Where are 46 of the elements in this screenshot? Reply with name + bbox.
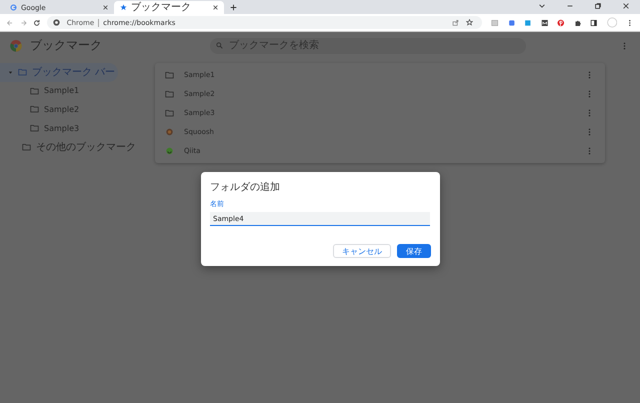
star-icon (120, 4, 127, 11)
folder-icon (30, 86, 39, 95)
folder-tree-item[interactable]: Sample2 (0, 100, 150, 119)
new-tab-icon[interactable] (230, 4, 237, 11)
close-icon[interactable] (103, 5, 108, 10)
folder-icon (30, 105, 39, 114)
browser-tab[interactable]: ブックマーク (114, 1, 224, 14)
chevron-down-icon[interactable] (538, 2, 546, 10)
folder-tree-item[interactable]: その他のブックマーク (0, 137, 150, 156)
share-icon[interactable] (452, 19, 460, 26)
search-icon (216, 42, 223, 49)
folder-icon (30, 124, 39, 132)
puzzle-icon[interactable] (574, 18, 582, 26)
more-options-icon[interactable] (588, 128, 591, 136)
folder-tree-item[interactable]: ブックマーク バー (0, 63, 118, 82)
tab-title: ブックマーク (131, 1, 192, 14)
site-favicon-icon (165, 128, 174, 136)
side-panel-icon[interactable] (590, 18, 598, 26)
chrome-logo-icon (10, 40, 22, 52)
more-options-icon[interactable] (588, 90, 591, 98)
more-options-icon[interactable] (588, 108, 591, 117)
folder-icon (22, 142, 31, 151)
dialog-title: フォルダの追加 (210, 180, 281, 194)
cancel-button[interactable]: キャンセル (333, 244, 391, 258)
folder-icon (165, 90, 174, 98)
restore-icon[interactable] (594, 2, 602, 10)
extension-icon[interactable] (540, 18, 548, 26)
close-icon[interactable] (622, 2, 630, 10)
more-options-icon[interactable] (588, 71, 591, 80)
more-options-icon[interactable] (588, 146, 591, 155)
folder-icon (18, 68, 27, 76)
pin-icon[interactable] (557, 18, 565, 26)
folder-icon (165, 71, 174, 80)
site-favicon-icon (165, 146, 174, 155)
page-title: ブックマーク (30, 37, 103, 54)
folder-icon (165, 108, 174, 117)
more-options-icon[interactable] (623, 42, 626, 50)
folder-tree-item[interactable]: Sample1 (0, 82, 150, 100)
chrome-logo-icon (52, 19, 60, 26)
folder-tree-item[interactable]: Sample3 (0, 118, 150, 138)
save-button[interactable]: 保存 (397, 244, 431, 258)
google-logo-icon (10, 4, 17, 11)
star-outline-icon[interactable] (466, 19, 474, 26)
close-icon[interactable] (213, 5, 218, 10)
reload-icon[interactable] (33, 18, 41, 26)
caret-icon[interactable] (8, 70, 13, 75)
